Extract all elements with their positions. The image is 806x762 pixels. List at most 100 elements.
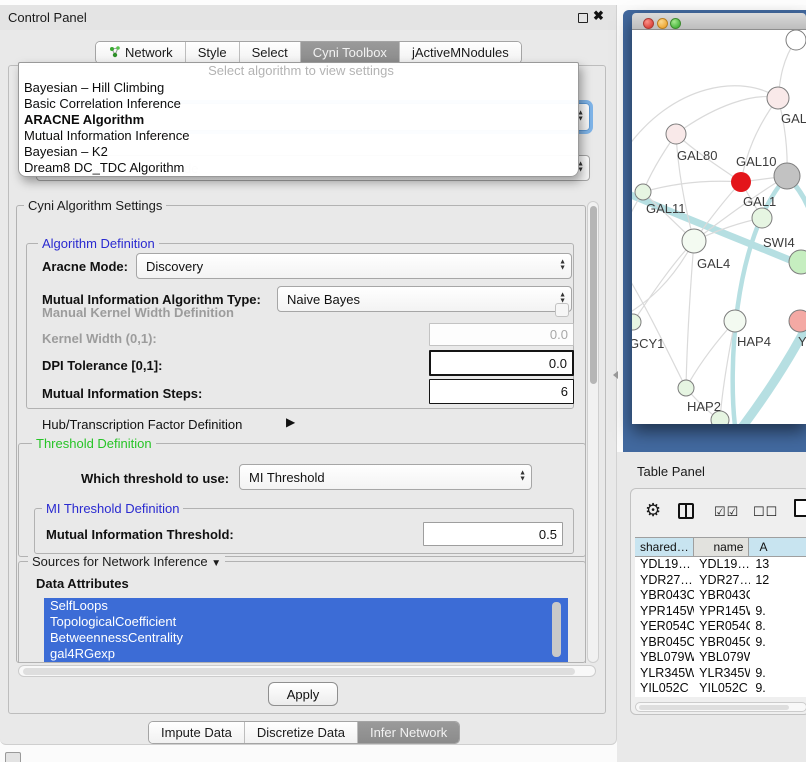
network-node-pink[interactable] xyxy=(666,124,686,144)
window-zoom-icon[interactable] xyxy=(670,18,681,29)
settings-group-title: Cyni Algorithm Settings xyxy=(24,198,166,213)
column-header-name[interactable]: name xyxy=(694,538,750,556)
mi-threshold-group-title: MI Threshold Definition xyxy=(42,501,183,516)
table-cell: 12 xyxy=(750,573,806,589)
attribute-item-selfloops[interactable]: SelfLoops xyxy=(44,598,568,614)
network-node-red[interactable] xyxy=(731,172,751,192)
splitter-collapse-icon[interactable] xyxy=(613,371,618,379)
document-icon[interactable] xyxy=(794,499,806,517)
settings-hscrollbar-thumb[interactable] xyxy=(23,668,575,675)
table-row[interactable]: YBL079WYBL079W xyxy=(635,650,806,666)
tab-select[interactable]: Select xyxy=(240,42,301,63)
collapse-arrow-icon[interactable]: ▼ xyxy=(211,558,221,569)
settings-hscrollbar[interactable] xyxy=(18,665,596,677)
manual-kernel-checkbox[interactable] xyxy=(555,303,569,317)
table-row[interactable]: YIL052CYIL052C9. xyxy=(635,681,806,697)
network-node-brightgreen[interactable] xyxy=(789,250,806,274)
node-label-hap2: HAP2 xyxy=(687,399,721,414)
tab-jactivemnodules[interactable]: jActiveMNodules xyxy=(400,42,521,63)
control-panel-tabs: NetworkStyleSelectCyni ToolboxjActiveMNo… xyxy=(95,41,522,64)
dpi-tolerance-input[interactable] xyxy=(429,350,574,376)
attribute-item-topologicalcoefficient[interactable]: TopologicalCoefficient xyxy=(44,614,568,630)
control-panel: Control Panel ✖ NetworkStyleSelectCyni T… xyxy=(0,5,617,745)
table-cell: YBR043C xyxy=(694,588,750,604)
hub-section-label: Hub/Transcription Factor Definition xyxy=(42,417,242,432)
tab-infer-network[interactable]: Infer Network xyxy=(358,722,459,743)
network-canvas[interactable]: GALGAL80GAL10GAL11GAL1SWI4GAL4GCY1HAP4YH… xyxy=(632,30,806,424)
tab-label: Discretize Data xyxy=(257,725,345,740)
network-node-gray[interactable] xyxy=(774,163,800,189)
algorithm-option-aracne-algorithm[interactable]: ARACNE Algorithm xyxy=(19,112,578,128)
mi-algorithm-type-combo[interactable]: Naive Bayes ▲▼ xyxy=(277,286,572,312)
table-row[interactable]: YLR345WYLR345W9. xyxy=(635,666,806,682)
table-cell: YPR145W xyxy=(635,604,694,620)
tab-network[interactable]: Network xyxy=(96,42,186,63)
float-panel-icon[interactable] xyxy=(5,752,21,762)
table-hscrollbar-thumb[interactable] xyxy=(639,705,789,710)
network-edge xyxy=(686,321,735,388)
float-window-icon[interactable] xyxy=(578,13,588,23)
panel-title: Control Panel xyxy=(8,10,87,25)
select-all-columns-icon[interactable]: ☑☑ xyxy=(714,504,739,520)
mi-steps-input[interactable] xyxy=(429,379,574,404)
which-threshold-combo[interactable]: MI Threshold ▲▼ xyxy=(239,464,532,490)
table-row[interactable]: YPR145WYPR145W9. xyxy=(635,604,806,620)
network-node-verypale[interactable] xyxy=(682,229,706,253)
table-hscrollbar[interactable] xyxy=(635,702,806,712)
network-node-palegreen[interactable] xyxy=(752,208,772,228)
attribute-item-betweennesscentrality[interactable]: BetweennessCentrality xyxy=(44,630,568,646)
table-row[interactable]: YDR27…YDR27…12 xyxy=(635,573,806,589)
expand-arrow-icon[interactable]: ▶ xyxy=(286,415,295,429)
network-node-palegreen[interactable] xyxy=(635,184,651,200)
attribute-item-gal4rgexp[interactable]: gal4RGexp xyxy=(44,646,568,662)
settings-scrollbar[interactable] xyxy=(587,201,599,663)
tab-style[interactable]: Style xyxy=(186,42,240,63)
network-node-verypale[interactable] xyxy=(724,310,746,332)
data-attributes-list[interactable]: SelfLoopsTopologicalCoefficientBetweenne… xyxy=(44,598,568,662)
table-row[interactable]: YER054CYER054C8. xyxy=(635,619,806,635)
node-label-gal80: GAL80 xyxy=(677,148,717,163)
window-minimize-icon[interactable] xyxy=(657,18,668,29)
settings-scrollbar-thumb[interactable] xyxy=(590,206,597,384)
algorithm-option-bayesian-k2[interactable]: Bayesian – K2 xyxy=(19,144,578,160)
table-row[interactable]: YBR045CYBR045C9. xyxy=(635,635,806,651)
which-threshold-value: MI Threshold xyxy=(249,470,325,485)
deselect-all-columns-icon[interactable]: ☐☐ xyxy=(753,504,778,520)
kernel-width-input[interactable] xyxy=(429,323,574,346)
network-node-palegreen[interactable] xyxy=(678,380,694,396)
apply-button[interactable]: Apply xyxy=(268,682,338,706)
table-panel: Table Panel ⚙ ☑☑ ☐☐ shared…nameA YDL19…Y… xyxy=(617,452,806,762)
attributes-scrollbar-thumb[interactable] xyxy=(552,602,561,657)
algorithm-option-mutual-information-inference[interactable]: Mutual Information Inference xyxy=(19,128,578,144)
tab-discretize-data[interactable]: Discretize Data xyxy=(245,722,358,743)
aracne-mode-combo[interactable]: Discovery ▲▼ xyxy=(136,253,572,279)
network-edge xyxy=(643,181,741,192)
table-row[interactable]: YDL19…YDL19…13 xyxy=(635,557,806,573)
close-icon[interactable]: ✖ xyxy=(593,8,604,24)
columns-icon[interactable] xyxy=(678,503,694,519)
algorithm-option-bayesian-hill-climbing[interactable]: Bayesian – Hill Climbing xyxy=(19,80,578,96)
network-view-panel[interactable]: GALGAL80GAL10GAL11GAL1SWI4GAL4GCY1HAP4YH… xyxy=(623,10,806,452)
tab-impute-data[interactable]: Impute Data xyxy=(149,722,245,743)
network-node-white[interactable] xyxy=(786,30,806,50)
table-cell: 9. xyxy=(750,635,806,651)
network-window-titlebar[interactable] xyxy=(632,13,806,30)
gear-icon[interactable]: ⚙ xyxy=(645,500,661,521)
mi-threshold-input[interactable] xyxy=(423,522,563,546)
algorithm-option-basic-correlation-inference[interactable]: Basic Correlation Inference xyxy=(19,96,578,112)
window-close-icon[interactable] xyxy=(643,18,654,29)
algorithm-option-dream8-dc-tdc-algorithm[interactable]: Dream8 DC_TDC Algorithm xyxy=(19,160,578,176)
network-node-salmon[interactable] xyxy=(789,310,806,332)
sources-group-title: Sources for Network Inference ▼ xyxy=(28,554,225,569)
network-edge xyxy=(676,97,778,134)
column-header-shared-[interactable]: shared… xyxy=(635,538,694,556)
data-attributes-label: Data Attributes xyxy=(36,576,129,591)
network-icon xyxy=(108,45,121,61)
tab-cyni-toolbox[interactable]: Cyni Toolbox xyxy=(301,42,400,63)
network-node-pink[interactable] xyxy=(767,87,789,109)
network-edge xyxy=(740,316,806,424)
table-row[interactable]: YBR043CYBR043C xyxy=(635,588,806,604)
column-header-a[interactable]: A xyxy=(749,538,806,556)
table-cell: YBR045C xyxy=(635,635,694,651)
network-node-palegreen[interactable] xyxy=(632,314,641,330)
